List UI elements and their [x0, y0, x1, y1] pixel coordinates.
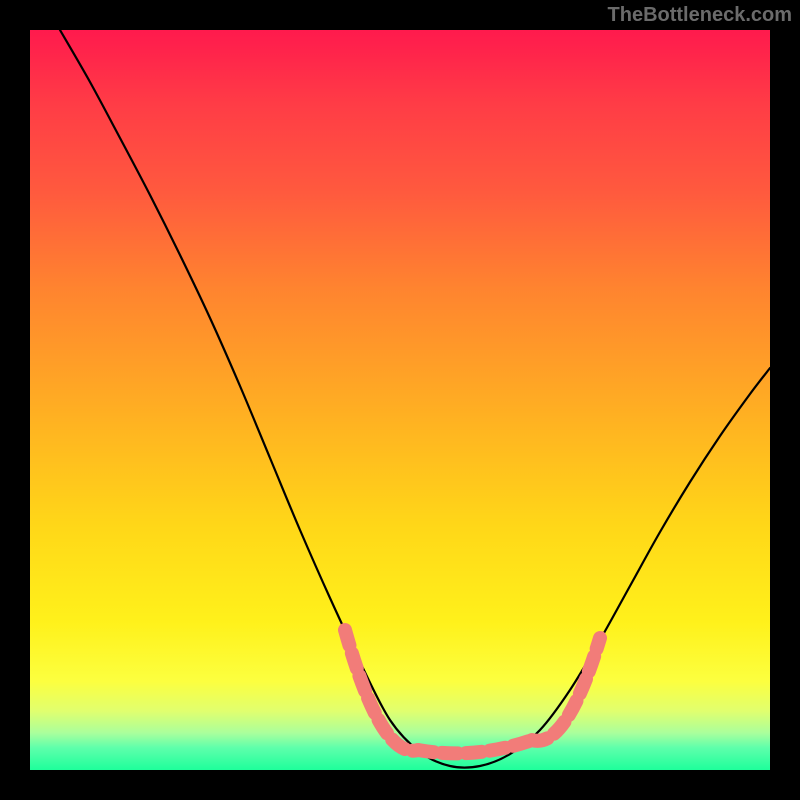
watermark-text: TheBottleneck.com — [608, 4, 792, 27]
gradient-plot-area — [30, 30, 770, 770]
chart-frame: TheBottleneck.com — [0, 0, 800, 800]
